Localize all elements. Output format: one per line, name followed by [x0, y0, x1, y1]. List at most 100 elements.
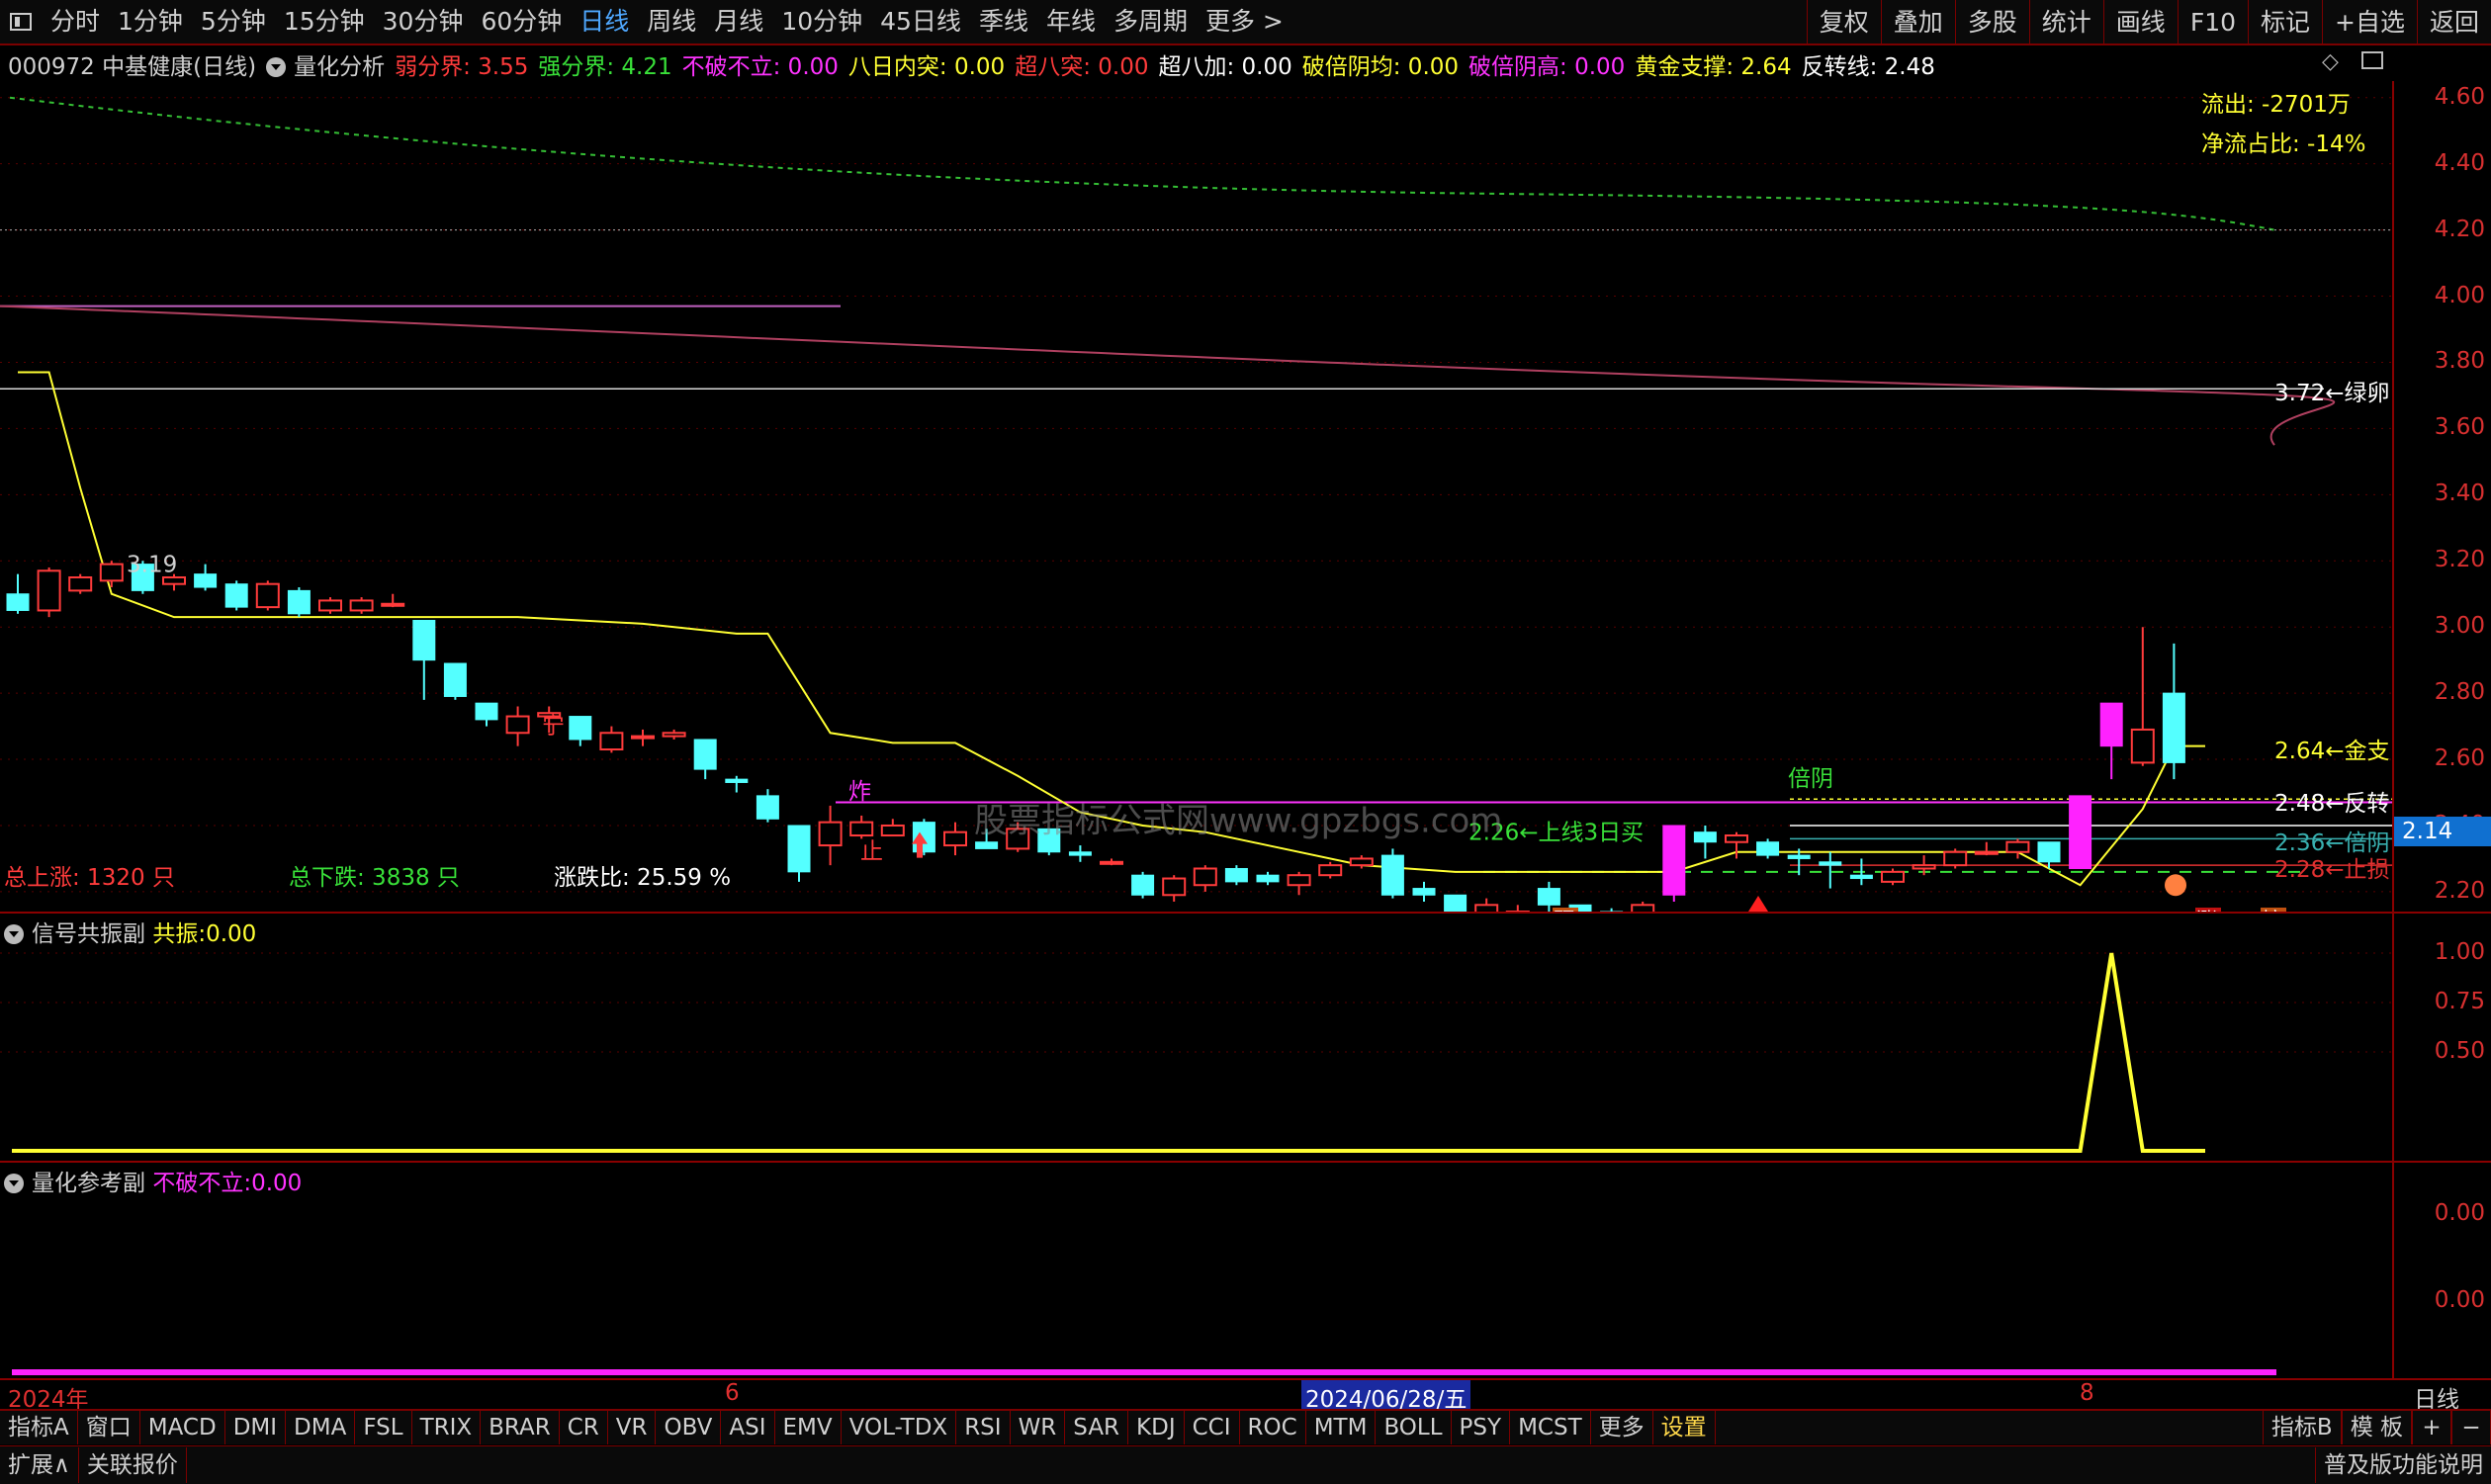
toolbar-button[interactable]: +自选 [2322, 0, 2417, 45]
candle[interactable] [349, 597, 374, 614]
candle[interactable] [1537, 881, 1560, 912]
indicator-tab[interactable]: 窗口 [78, 1411, 140, 1444]
toolbar-button[interactable]: 标记 [2248, 0, 2322, 45]
candle[interactable] [1662, 825, 1686, 902]
candle[interactable] [1819, 851, 1842, 889]
candle[interactable] [2099, 702, 2123, 780]
toolbar-button[interactable]: 统计 [2028, 0, 2103, 45]
candle[interactable] [662, 729, 686, 740]
candle[interactable] [1881, 868, 1905, 886]
candle[interactable] [443, 662, 467, 700]
period-tab[interactable]: 1分钟 [109, 0, 192, 44]
candle[interactable] [1756, 838, 1780, 859]
indicator-tab[interactable]: DMI [225, 1411, 287, 1444]
indicator-tab[interactable]: CR [560, 1411, 608, 1444]
candle[interactable] [2130, 627, 2155, 766]
period-tab[interactable]: 多周期 [1105, 0, 1197, 44]
indicator-tab[interactable]: WR [1011, 1411, 1066, 1444]
period-tab[interactable]: 季线 [970, 0, 1037, 44]
indicator-tab[interactable]: BRAR [481, 1411, 560, 1444]
candle[interactable] [1131, 871, 1155, 899]
tabbar-right-button[interactable]: 模 板 [2341, 1411, 2412, 1444]
candle[interactable] [1318, 861, 1343, 879]
candle[interactable] [68, 573, 93, 594]
candle[interactable] [505, 706, 530, 746]
period-tab[interactable]: 5分钟 [192, 0, 275, 44]
tabbar-right-button[interactable]: + [2412, 1411, 2451, 1444]
indicator-tab[interactable]: EMV [775, 1411, 842, 1444]
candle[interactable] [1162, 875, 1187, 902]
period-tab[interactable]: 10分钟 [772, 0, 871, 44]
indicator-tab[interactable]: FSL [355, 1411, 412, 1444]
toolbar-button[interactable]: 复权 [1806, 0, 1881, 45]
toolbar-button[interactable]: 返回 [2416, 0, 2491, 45]
candle[interactable] [1100, 858, 1123, 866]
candle[interactable] [1224, 865, 1248, 886]
indicator-tab[interactable]: KDJ [1128, 1411, 1185, 1444]
candle[interactable] [631, 729, 655, 746]
indicator-selector[interactable]: 量化分析 [266, 47, 385, 81]
window-toggle-icon[interactable] [10, 13, 32, 31]
period-tab[interactable]: 60分钟 [472, 0, 571, 44]
indicator-tab[interactable]: DMA [286, 1411, 356, 1444]
candle[interactable] [1412, 881, 1436, 902]
period-tab[interactable]: 周线 [638, 0, 705, 44]
indicator-tab[interactable]: VOL-TDX [842, 1411, 957, 1444]
indicator-tab[interactable]: VR [608, 1411, 657, 1444]
candle[interactable] [1474, 898, 1499, 912]
candle[interactable] [880, 819, 905, 837]
indicator-tab[interactable]: OBV [656, 1411, 722, 1444]
candle[interactable] [1631, 901, 1655, 912]
related-quote-button[interactable]: 关联报价 [79, 1447, 187, 1483]
tabbar-right-button[interactable]: − [2451, 1411, 2491, 1444]
indicator-tab[interactable]: 设置 [1653, 1411, 1716, 1444]
diamond-icon[interactable]: ◇ [2322, 49, 2339, 74]
candle[interactable] [1256, 871, 1280, 886]
candle[interactable] [1693, 825, 1717, 859]
candle[interactable] [2069, 795, 2092, 869]
toolbar-button[interactable]: 叠加 [1880, 0, 1955, 45]
candle[interactable] [818, 805, 843, 866]
period-tab[interactable]: 分时 [42, 0, 109, 44]
candle[interactable] [475, 702, 498, 727]
candle[interactable] [1193, 865, 1217, 892]
kline-chart[interactable]: 3.19←2.102.26←上线3日买倍阴炸止宁股票指标公式网www.gpzbg… [0, 81, 2392, 912]
indicator-tab[interactable]: 更多 [1591, 1411, 1653, 1444]
indicator-tab[interactable]: ROC [1240, 1411, 1306, 1444]
period-tab[interactable]: 年线 [1037, 0, 1105, 44]
candle[interactable] [1444, 894, 1468, 912]
candle[interactable] [1505, 905, 1530, 912]
indicator-tab[interactable]: SAR [1065, 1411, 1129, 1444]
candle[interactable] [1380, 848, 1404, 899]
candle[interactable] [37, 567, 61, 618]
panel-toggle-icon[interactable] [2361, 49, 2383, 75]
indicator-tab[interactable]: RSI [956, 1411, 1011, 1444]
candle[interactable] [412, 619, 436, 700]
period-tab[interactable]: 30分钟 [374, 0, 473, 44]
expand-button[interactable]: 扩展∧ [0, 1447, 79, 1483]
indicator-tab[interactable]: ASI [721, 1411, 775, 1444]
toolbar-button[interactable]: F10 [2177, 0, 2248, 45]
candle[interactable] [943, 822, 967, 856]
candle[interactable] [1974, 841, 1999, 856]
toolbar-button[interactable]: 画线 [2102, 0, 2178, 45]
candle[interactable] [287, 587, 311, 618]
indicator-tab[interactable]: BOLL [1376, 1411, 1452, 1444]
indicator-tab[interactable]: MCST [1510, 1411, 1591, 1444]
indicator-tab[interactable]: 指标A [0, 1411, 78, 1444]
candle[interactable] [224, 580, 248, 611]
period-tab[interactable]: 月线 [705, 0, 772, 44]
period-tab[interactable]: 15分钟 [275, 0, 374, 44]
candle[interactable] [1943, 848, 1968, 869]
indicator-tab[interactable]: CCI [1185, 1411, 1240, 1444]
toolbar-button[interactable]: 多股 [1954, 0, 2029, 45]
candle[interactable] [255, 580, 280, 611]
candle[interactable] [849, 815, 874, 839]
candle[interactable] [725, 775, 749, 793]
indicator-tab[interactable]: TRIX [412, 1411, 482, 1444]
sub2-header[interactable]: 量化参考副 不破不立:0.00 [4, 1164, 302, 1197]
candle[interactable] [6, 573, 30, 614]
candle[interactable] [194, 564, 218, 591]
candle[interactable] [1068, 845, 1092, 862]
sub1-chart[interactable] [0, 914, 2392, 1161]
